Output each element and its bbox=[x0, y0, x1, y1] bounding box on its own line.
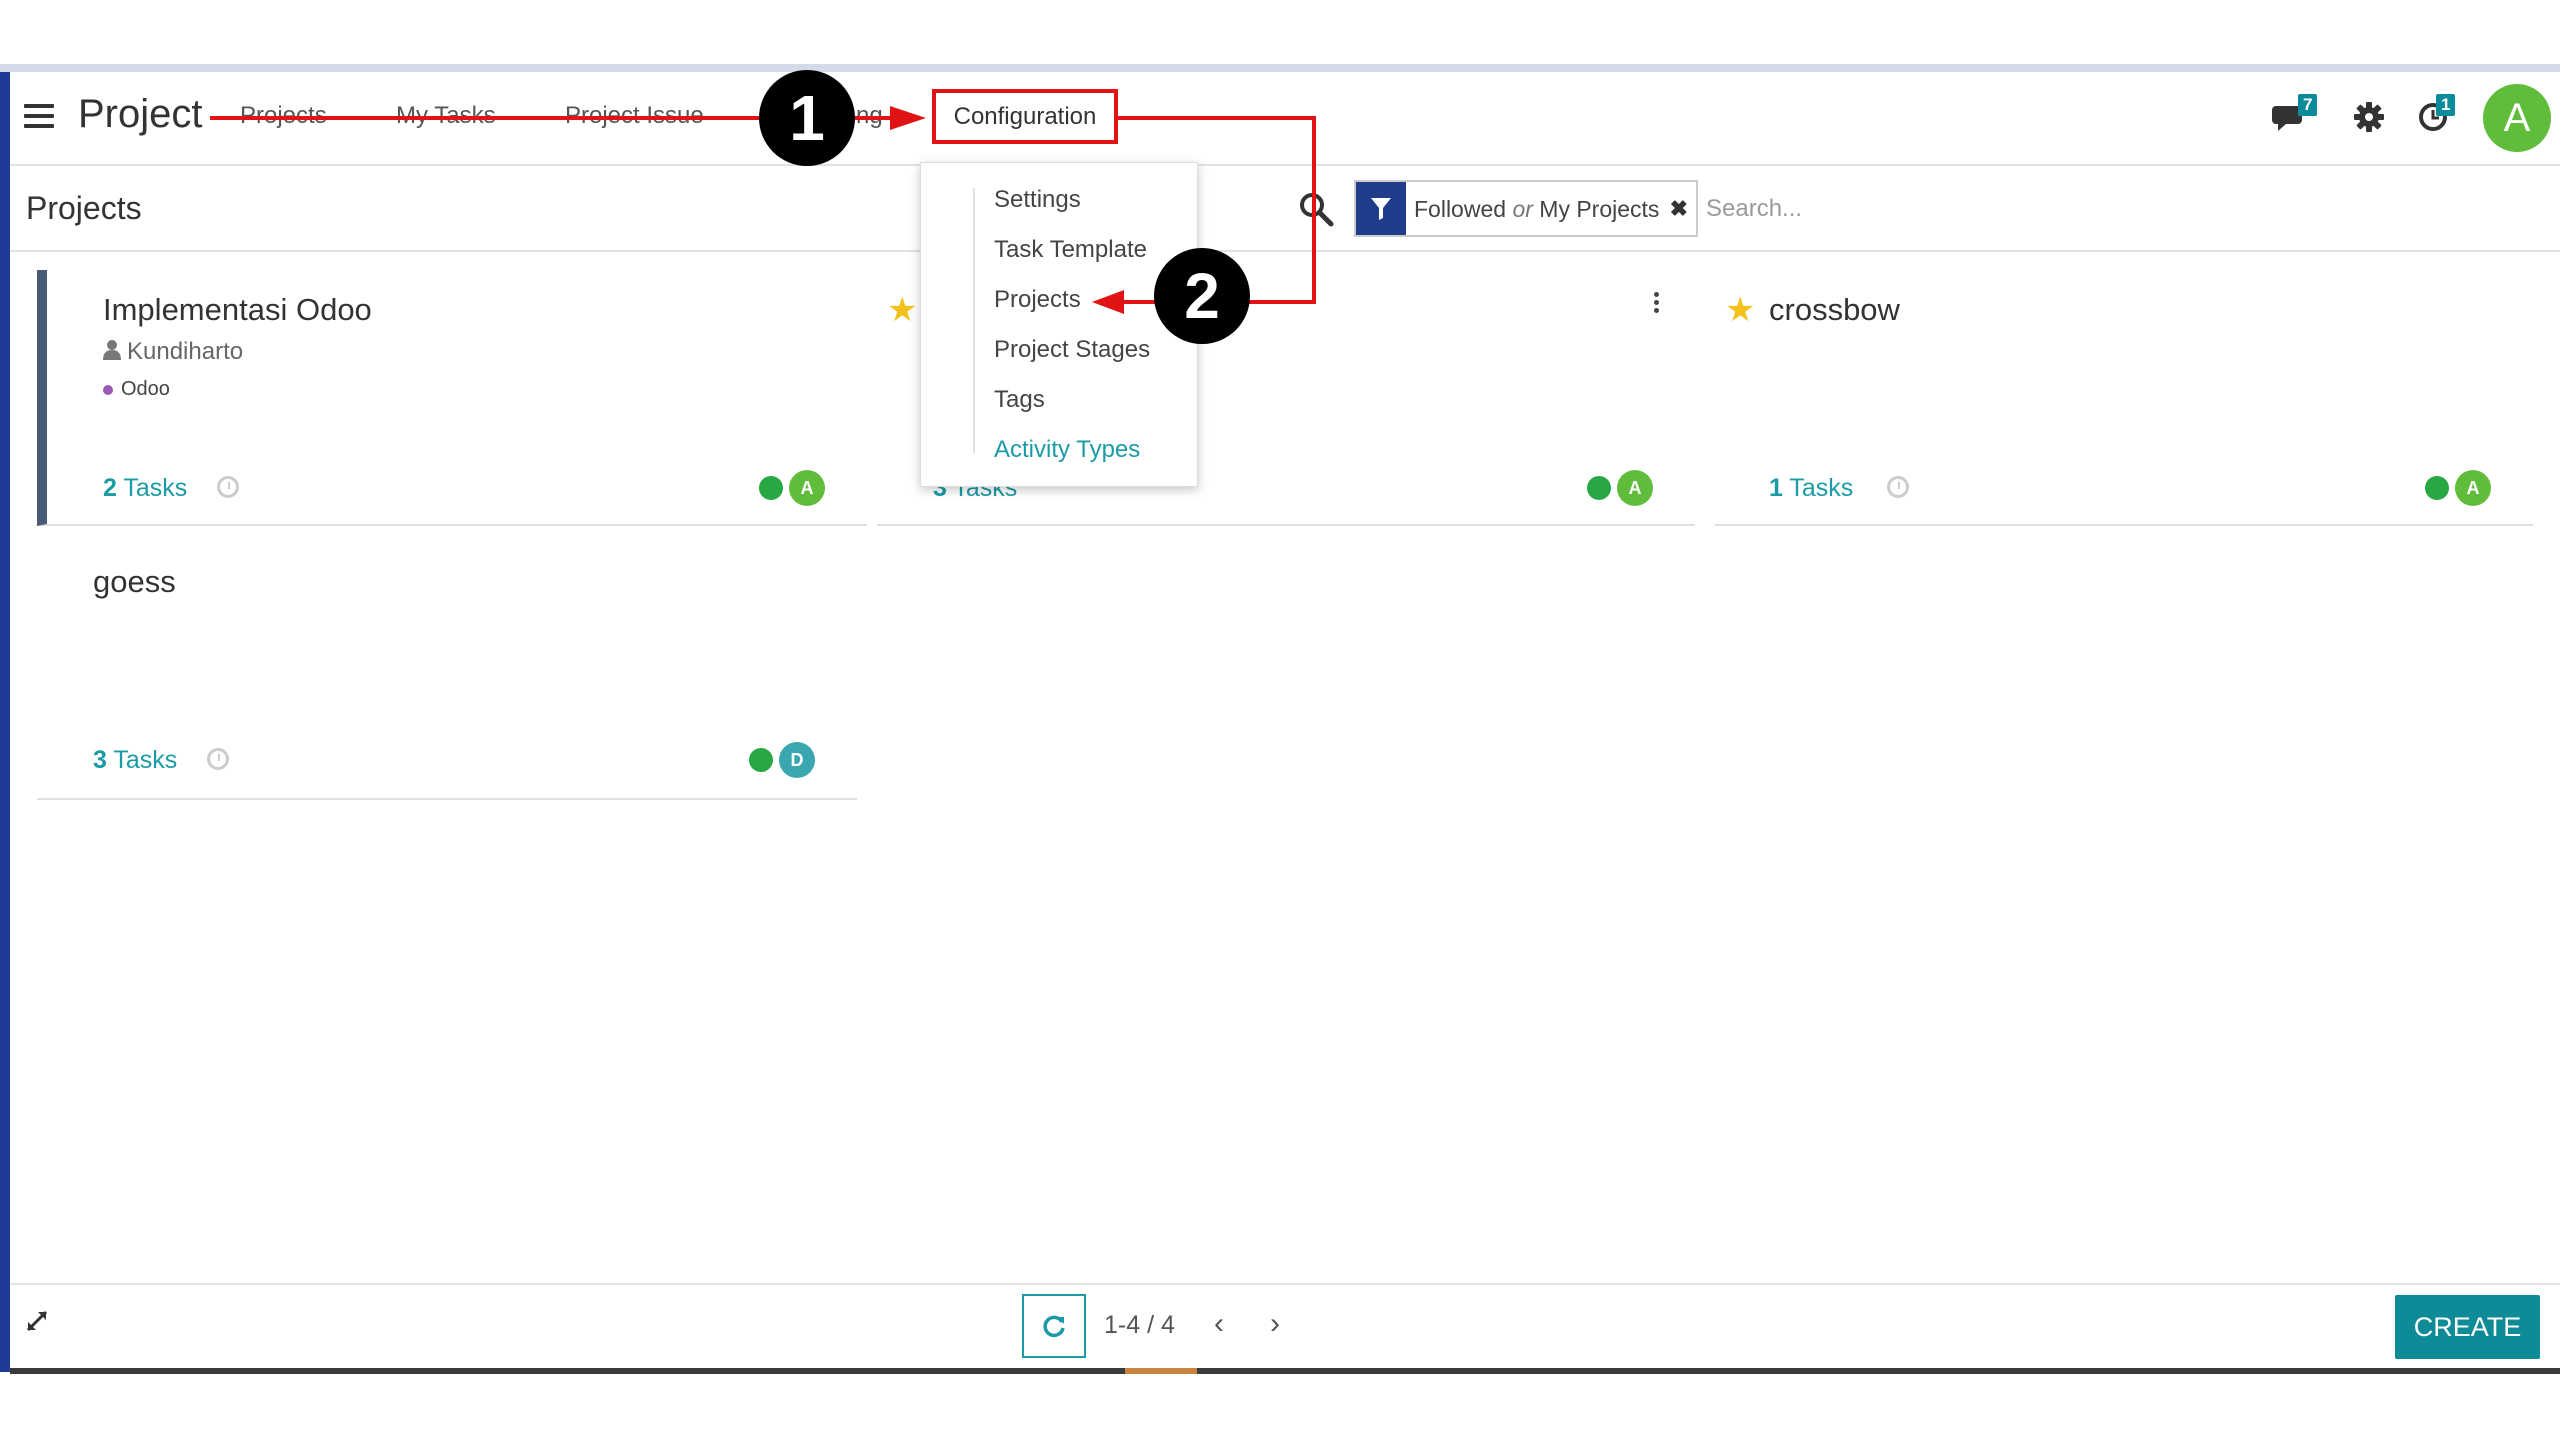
facet-value-my-projects: My Projects bbox=[1539, 196, 1660, 222]
app-name: Project bbox=[78, 92, 203, 136]
status-indicator[interactable] bbox=[759, 476, 783, 500]
annotation-connector bbox=[1120, 300, 1156, 304]
control-panel-divider bbox=[10, 250, 2560, 252]
user-avatar-small: D bbox=[779, 742, 815, 778]
activity-clock-icon[interactable] bbox=[207, 748, 229, 770]
tasks-link[interactable]: 2 Tasks bbox=[103, 474, 187, 503]
tasks-link[interactable]: 1 Tasks bbox=[1769, 474, 1853, 503]
user-avatar[interactable]: A bbox=[2483, 84, 2551, 152]
menu-item-configuration[interactable]: Configuration bbox=[932, 89, 1118, 144]
search-facet[interactable]: Followed or My Projects ✖ bbox=[1354, 180, 1698, 237]
pager-previous-icon[interactable]: ‹ bbox=[1214, 1307, 1224, 1341]
project-card[interactable]: goess 3 Tasks D bbox=[37, 544, 857, 800]
task-count: 2 bbox=[103, 474, 117, 502]
settings-gear-icon[interactable] bbox=[2354, 102, 2384, 137]
chat-icon[interactable]: 7 bbox=[2272, 94, 2318, 137]
task-label: Tasks bbox=[1789, 474, 1854, 502]
task-count: 1 bbox=[1769, 474, 1783, 502]
user-icon bbox=[103, 339, 121, 367]
annotation-connector bbox=[1248, 300, 1316, 304]
tag-label: Odoo bbox=[121, 378, 170, 400]
project-name: goess bbox=[93, 564, 176, 599]
window-top-border bbox=[0, 64, 2560, 72]
annotation-connector bbox=[1312, 116, 1316, 304]
project-name: crossbow bbox=[1769, 292, 1900, 327]
breadcrumb: Projects bbox=[26, 190, 142, 226]
task-label: Tasks bbox=[113, 746, 178, 774]
step-1-marker: 1 bbox=[759, 70, 855, 166]
dropdown-item-tags[interactable]: Tags bbox=[994, 386, 1045, 414]
pager-value[interactable]: 1-4 / 4 bbox=[1104, 1311, 1175, 1340]
card-menu-icon[interactable] bbox=[1654, 292, 1662, 316]
app-menu-icon[interactable] bbox=[24, 104, 54, 128]
facet-value-followed: Followed bbox=[1414, 196, 1507, 222]
facet-separator: or bbox=[1512, 196, 1533, 222]
owner-name: Kundiharto bbox=[127, 338, 244, 365]
activity-clock-icon[interactable] bbox=[1887, 476, 1909, 498]
activity-badge: 1 bbox=[2436, 94, 2456, 116]
user-avatar-small: A bbox=[1617, 470, 1653, 506]
dropdown-item-project-stages[interactable]: Project Stages bbox=[994, 336, 1150, 364]
dropdown-item-task-template[interactable]: Task Template bbox=[994, 236, 1147, 264]
activity-clock-icon[interactable]: 1 bbox=[2418, 94, 2456, 137]
step-2-marker: 2 bbox=[1154, 248, 1250, 344]
filter-icon bbox=[1356, 182, 1406, 235]
bottom-border bbox=[10, 1368, 2560, 1374]
project-card[interactable]: Implementasi Odoo Kundiharto Odoo 2 Task… bbox=[37, 270, 867, 526]
search-input[interactable] bbox=[1704, 186, 2108, 232]
dropdown-item-activity-types[interactable]: Activity Types bbox=[994, 436, 1140, 464]
pager-next-icon[interactable]: › bbox=[1270, 1307, 1280, 1341]
project-owner: Kundiharto bbox=[103, 338, 243, 367]
task-count: 3 bbox=[93, 746, 107, 774]
dropdown-item-settings[interactable]: Settings bbox=[994, 186, 1081, 214]
project-name: Implementasi Odoo bbox=[103, 292, 372, 327]
favorite-star-icon[interactable]: ★ bbox=[1725, 290, 1755, 330]
tasks-link[interactable]: 3 Tasks bbox=[93, 746, 177, 775]
status-indicator[interactable] bbox=[1587, 476, 1611, 500]
annotation-arrowhead bbox=[890, 106, 926, 130]
task-label: Tasks bbox=[123, 474, 188, 502]
annotation-arrowhead bbox=[1092, 290, 1124, 314]
user-avatar-small: A bbox=[789, 470, 825, 506]
facet-remove-icon[interactable]: ✖ bbox=[1670, 196, 1688, 222]
status-indicator[interactable] bbox=[749, 748, 773, 772]
favorite-star-icon[interactable]: ★ bbox=[887, 290, 917, 330]
activity-clock-icon[interactable] bbox=[217, 476, 239, 498]
dropdown-item-projects[interactable]: Projects bbox=[994, 286, 1081, 314]
refresh-button[interactable] bbox=[1022, 1294, 1086, 1358]
footer-divider bbox=[10, 1283, 2560, 1285]
user-avatar-small: A bbox=[2455, 470, 2491, 506]
project-tag: Odoo bbox=[103, 378, 170, 401]
facet-label: Followed or My Projects bbox=[1414, 196, 1659, 223]
search-icon[interactable] bbox=[1298, 191, 1334, 232]
messages-badge: 7 bbox=[2298, 94, 2318, 116]
status-indicator[interactable] bbox=[2425, 476, 2449, 500]
expand-icon[interactable] bbox=[24, 1308, 50, 1339]
project-card[interactable]: ★ crossbow 1 Tasks A bbox=[1715, 270, 2533, 526]
create-button[interactable]: CREATE bbox=[2395, 1295, 2540, 1359]
refresh-icon bbox=[1043, 1315, 1065, 1338]
dropdown-divider bbox=[973, 188, 975, 453]
annotation-connector bbox=[1118, 116, 1316, 120]
left-accent-bar bbox=[0, 72, 10, 1372]
